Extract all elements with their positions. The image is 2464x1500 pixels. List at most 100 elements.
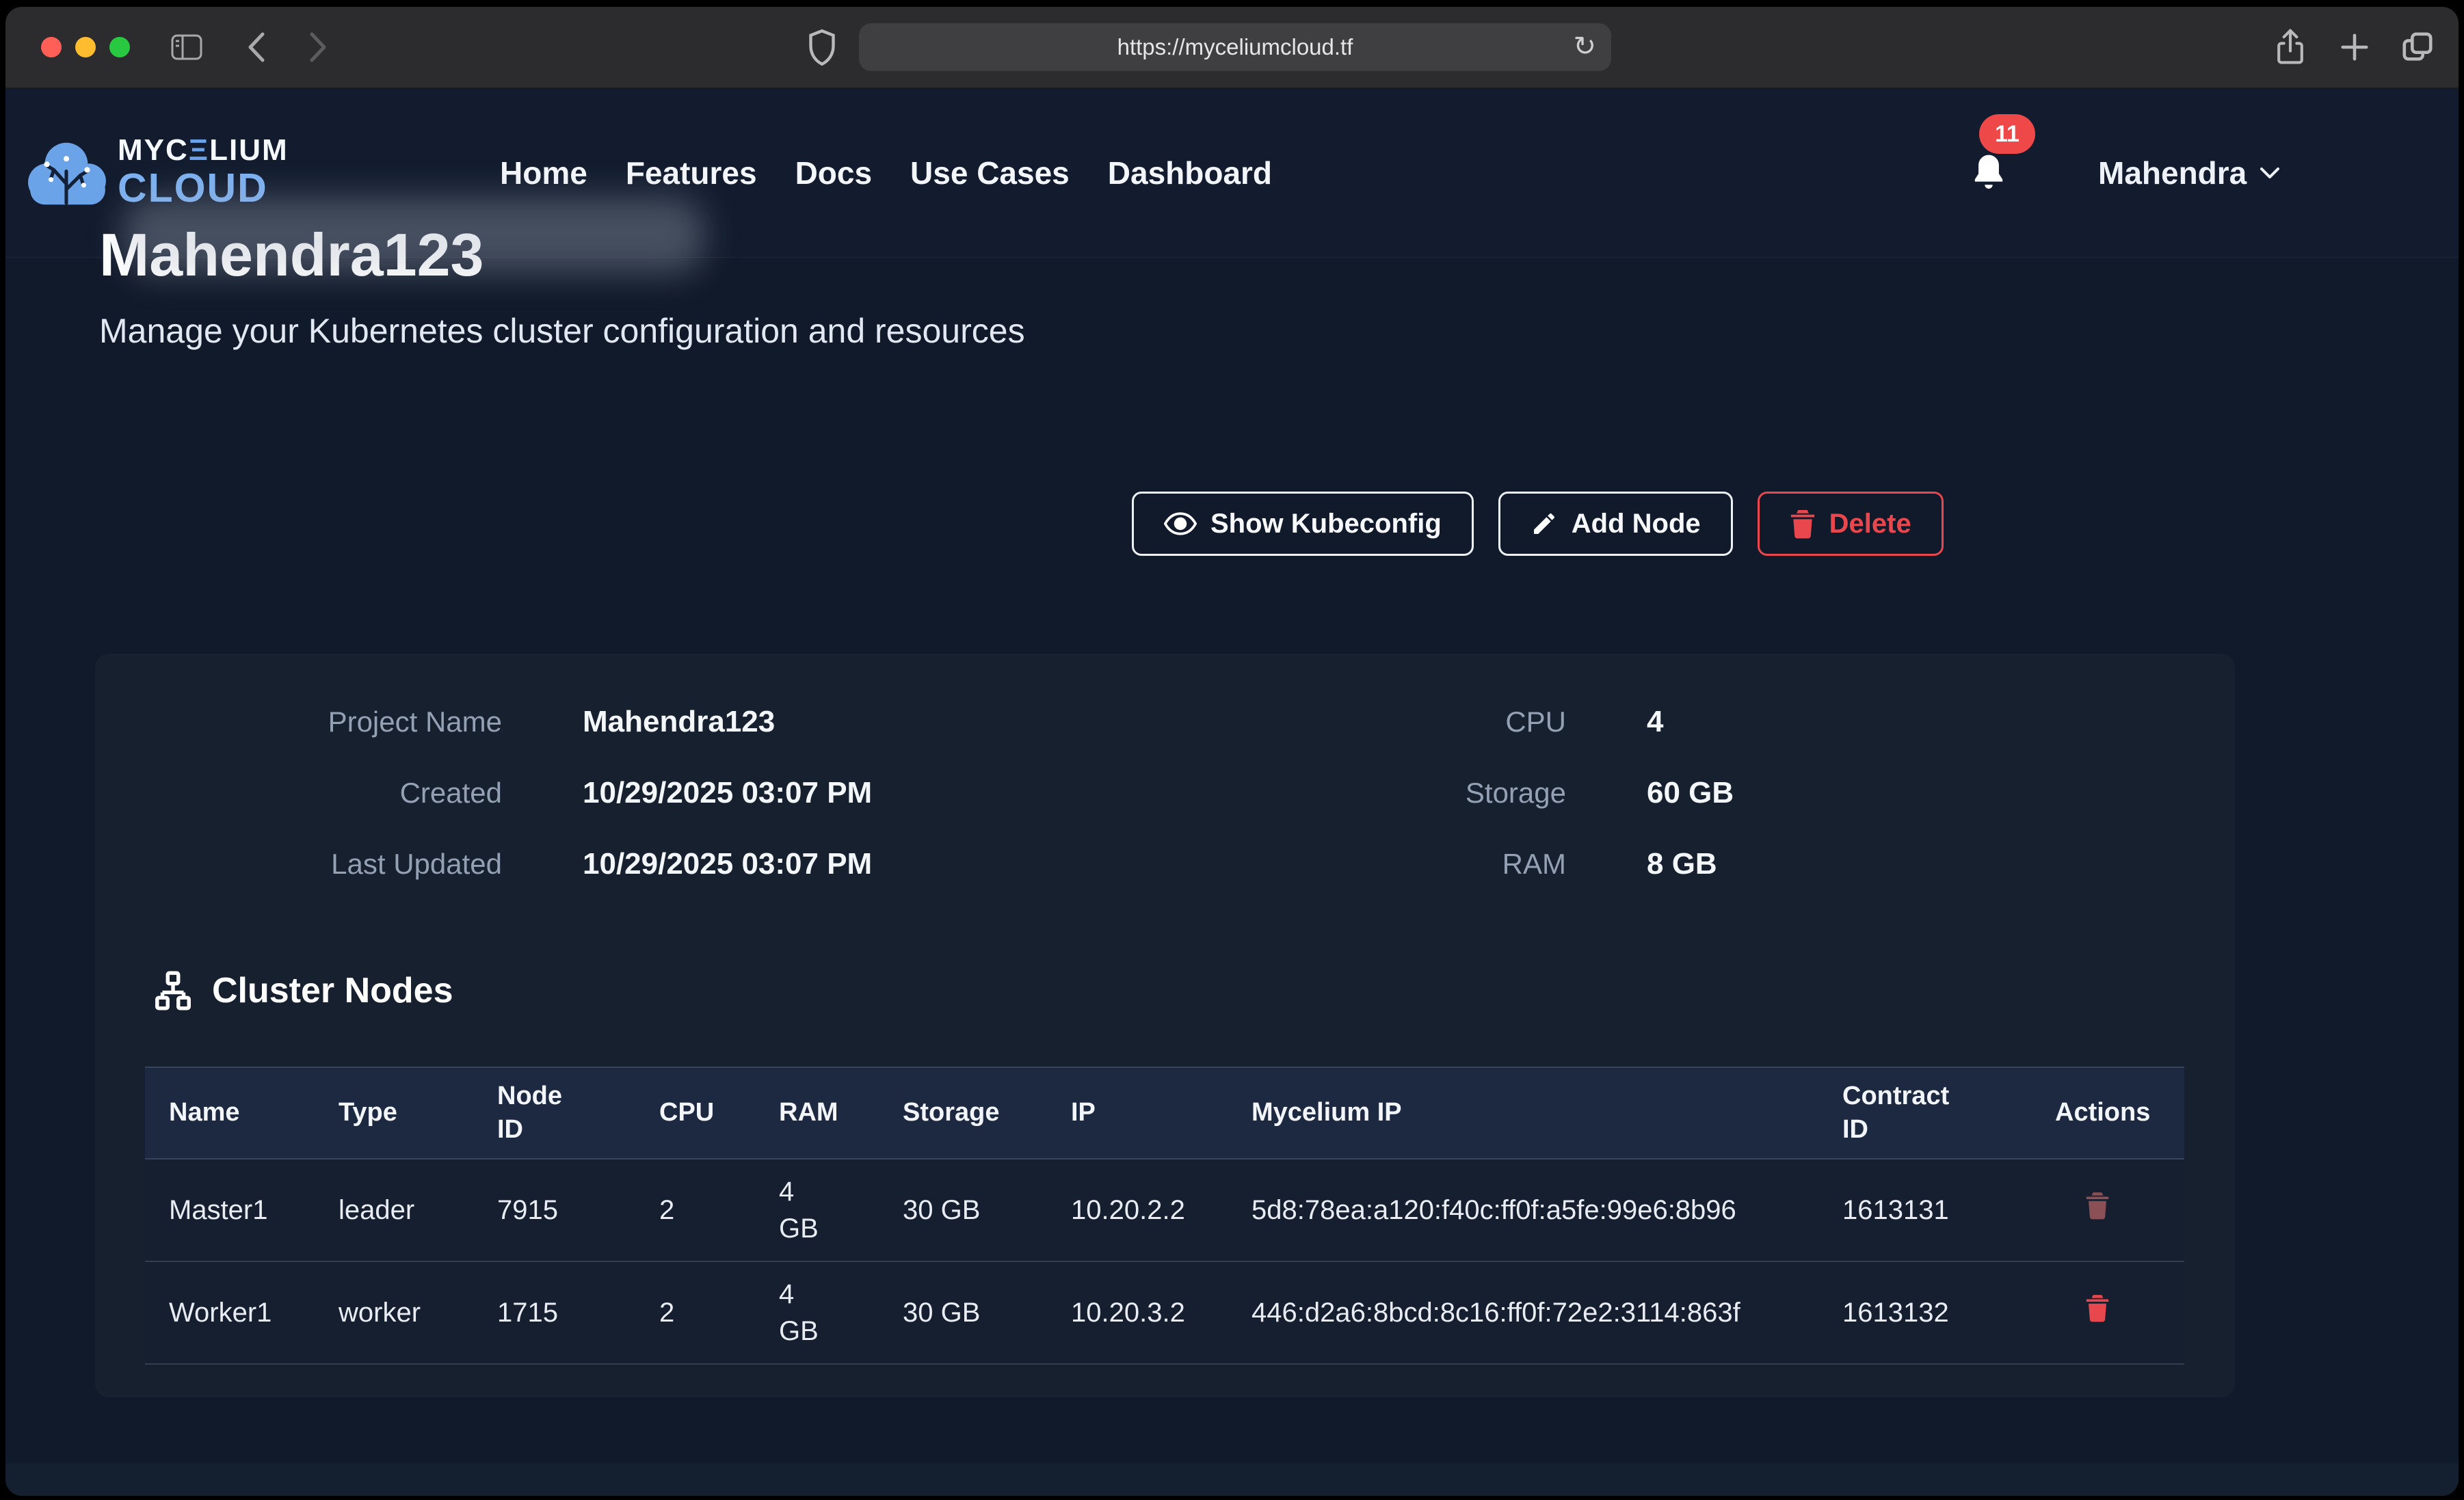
col-contract-id: Contract ID [1842, 1067, 2055, 1159]
show-kubeconfig-button[interactable]: Show Kubeconfig [1132, 492, 1474, 556]
notifications-button[interactable]: 11 [1970, 88, 2008, 257]
browser-window: https://myceliumcloud.tf ↻ [5, 7, 2459, 1496]
forward-button-icon[interactable] [308, 7, 328, 88]
cell-ram: 4 GB [779, 1261, 903, 1364]
nav-link-docs[interactable]: Docs [795, 155, 872, 191]
browser-chrome: https://myceliumcloud.tf ↻ [5, 7, 2459, 88]
detail-label: RAM [1361, 848, 1566, 881]
cell-ip: 10.20.3.2 [1071, 1261, 1251, 1364]
page-title: Mahendra123 [99, 220, 483, 290]
col-mycelium-ip: Mycelium IP [1251, 1067, 1842, 1159]
cluster-nodes-table: Name Type Node ID CPU RAM Storage IP Myc… [145, 1067, 2184, 1365]
table-header-row: Name Type Node ID CPU RAM Storage IP Myc… [145, 1067, 2184, 1159]
detail-value: 10/29/2025 03:07 PM [583, 776, 872, 810]
detail-label: Storage [1361, 777, 1566, 809]
details-right-column: CPU 4 Storage 60 GB RAM 8 GB [1361, 686, 1734, 900]
detail-label: Project Name [122, 706, 502, 738]
back-button-icon[interactable] [246, 7, 267, 88]
nav-link-use-cases[interactable]: Use Cases [910, 155, 1070, 191]
notification-badge: 11 [1979, 114, 2035, 154]
page-subtitle: Manage your Kubernetes cluster configura… [99, 311, 1025, 351]
detail-value: 10/29/2025 03:07 PM [583, 847, 872, 881]
col-ip: IP [1071, 1067, 1251, 1159]
cluster-network-icon [152, 969, 194, 1012]
cell-name: Worker1 [145, 1261, 339, 1364]
cell-ram: 4 GB [779, 1159, 903, 1261]
cell-ip: 10.20.2.2 [1071, 1159, 1251, 1261]
detail-row: Storage 60 GB [1361, 758, 1734, 829]
cell-type: worker [339, 1261, 497, 1364]
add-node-label: Add Node [1572, 509, 1701, 539]
minimize-window-button[interactable] [75, 37, 96, 57]
close-window-button[interactable] [41, 37, 62, 57]
cell-storage: 30 GB [903, 1159, 1071, 1261]
delete-node-button[interactable] [2055, 1191, 2110, 1222]
cluster-actions: Show Kubeconfig Add Node Delete [1132, 492, 1944, 556]
cell-mycelium-ip: 446:d2a6:8bcd:8c16:ff0f:72e2:3114:863f [1251, 1261, 1842, 1364]
cell-cpu: 2 [659, 1159, 779, 1261]
cell-node-id: 7915 [497, 1159, 659, 1261]
col-storage: Storage [903, 1067, 1071, 1159]
reload-icon[interactable]: ↻ [1573, 30, 1596, 63]
col-actions: Actions [2055, 1067, 2184, 1159]
trash-icon [1790, 509, 1816, 539]
detail-row: RAM 8 GB [1361, 829, 1734, 900]
detail-value: 4 [1647, 705, 1663, 739]
cell-actions [2055, 1159, 2184, 1261]
sidebar-toggle-icon[interactable] [171, 7, 202, 88]
cluster-details-panel: Project Name Mahendra123 Created 10/29/2… [95, 654, 2235, 1397]
nav-link-features[interactable]: Features [626, 155, 757, 191]
details-left-column: Project Name Mahendra123 Created 10/29/2… [122, 686, 872, 900]
new-tab-icon[interactable] [2339, 7, 2370, 88]
chevron-down-icon [2259, 166, 2281, 180]
delete-node-button[interactable] [2055, 1294, 2110, 1324]
add-node-button[interactable]: Add Node [1498, 492, 1733, 556]
cell-actions [2055, 1261, 2184, 1364]
delete-cluster-button[interactable]: Delete [1758, 492, 1944, 556]
pencil-icon [1531, 510, 1558, 537]
cell-type: leader [339, 1159, 497, 1261]
detail-row: CPU 4 [1361, 686, 1734, 758]
trash-icon [2085, 1191, 2110, 1220]
detail-row: Last Updated 10/29/2025 03:07 PM [122, 829, 872, 900]
eye-icon [1164, 511, 1197, 536]
address-bar[interactable]: https://myceliumcloud.tf ↻ [859, 23, 1611, 71]
col-type: Type [339, 1067, 497, 1159]
detail-label: Last Updated [122, 848, 502, 881]
col-name: Name [145, 1067, 339, 1159]
nav-link-home[interactable]: Home [500, 155, 587, 191]
cell-contract-id: 1613131 [1842, 1159, 2055, 1261]
col-cpu: CPU [659, 1067, 779, 1159]
tab-overview-icon[interactable] [2400, 7, 2435, 88]
cell-mycelium-ip: 5d8:78ea:a120:f40c:ff0f:a5fe:99e6:8b96 [1251, 1159, 1842, 1261]
table-row: Worker1 worker 1715 2 4 GB 30 GB 10.20.3… [145, 1261, 2184, 1364]
share-icon[interactable] [2275, 7, 2306, 88]
zoom-window-button[interactable] [109, 37, 130, 57]
footer-strip [5, 1463, 2459, 1496]
col-node-id: Node ID [497, 1067, 659, 1159]
main-content: Manage your Kubernetes cluster configura… [5, 258, 2459, 1496]
cell-name: Master1 [145, 1159, 339, 1261]
bell-icon [1970, 152, 2008, 194]
site-logo[interactable]: MYCΞLIUM CLOUD [26, 133, 289, 210]
detail-label: Created [122, 777, 502, 809]
user-name: Mahendra [2098, 155, 2247, 191]
detail-label: CPU [1361, 706, 1566, 738]
detail-value: 60 GB [1647, 776, 1734, 810]
detail-value: 8 GB [1647, 847, 1717, 881]
detail-value: Mahendra123 [583, 705, 775, 739]
cell-contract-id: 1613132 [1842, 1261, 2055, 1364]
col-ram: RAM [779, 1067, 903, 1159]
mycelium-cloud-logo-icon [26, 133, 109, 210]
detail-row: Project Name Mahendra123 [122, 686, 872, 758]
nav-link-dashboard[interactable]: Dashboard [1108, 155, 1272, 191]
table-row: Master1 leader 7915 2 4 GB 30 GB 10.20.2… [145, 1159, 2184, 1261]
user-menu[interactable]: Mahendra [2098, 88, 2281, 257]
url-text: https://myceliumcloud.tf [1117, 34, 1353, 60]
cluster-nodes-label: Cluster Nodes [212, 970, 453, 1011]
cell-cpu: 2 [659, 1261, 779, 1364]
nav-links: Home Features Docs Use Cases Dashboard [500, 88, 1272, 257]
privacy-shield-icon[interactable] [807, 7, 837, 88]
cluster-nodes-heading: Cluster Nodes [152, 969, 453, 1012]
show-kubeconfig-label: Show Kubeconfig [1210, 509, 1442, 539]
